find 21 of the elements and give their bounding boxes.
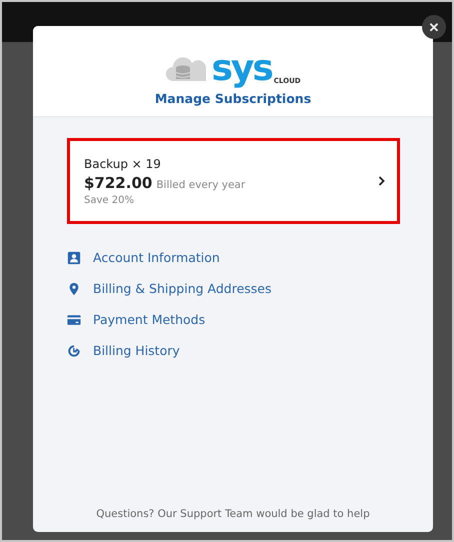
billing-period: Billed every year (156, 178, 246, 190)
menu-link[interactable]: Account Information (67, 250, 399, 265)
menu-link[interactable]: Billing & Shipping Addresses (67, 281, 399, 296)
product-name: Backup × 19 (84, 156, 162, 170)
chevron-right-icon (378, 176, 385, 186)
clock-history-icon (67, 344, 81, 358)
menu-link-label: Billing History (93, 343, 180, 358)
modal-title: Manage Subscriptions (154, 91, 312, 106)
savings-note: Save 20% (84, 194, 135, 206)
menu-link[interactable]: Payment Methods (67, 312, 399, 327)
menu-link-label: Billing & Shipping Addresses (93, 281, 272, 296)
price: $722.00 (84, 174, 152, 192)
person-card-icon (67, 250, 81, 264)
logo-wordmark: sys (211, 47, 272, 91)
support-note: Questions? Our Support Team would be glad to help (95, 508, 371, 522)
menu-link[interactable]: Billing History (67, 343, 399, 358)
menu-link-label: Account Information (93, 250, 220, 265)
menu-link-label: Payment Methods (93, 312, 206, 327)
location-pin-icon (67, 282, 81, 296)
credit-card-icon (67, 312, 81, 326)
subscription-card[interactable]: Backup × 19 $722.00 Billed every year Save 20% (67, 138, 400, 224)
